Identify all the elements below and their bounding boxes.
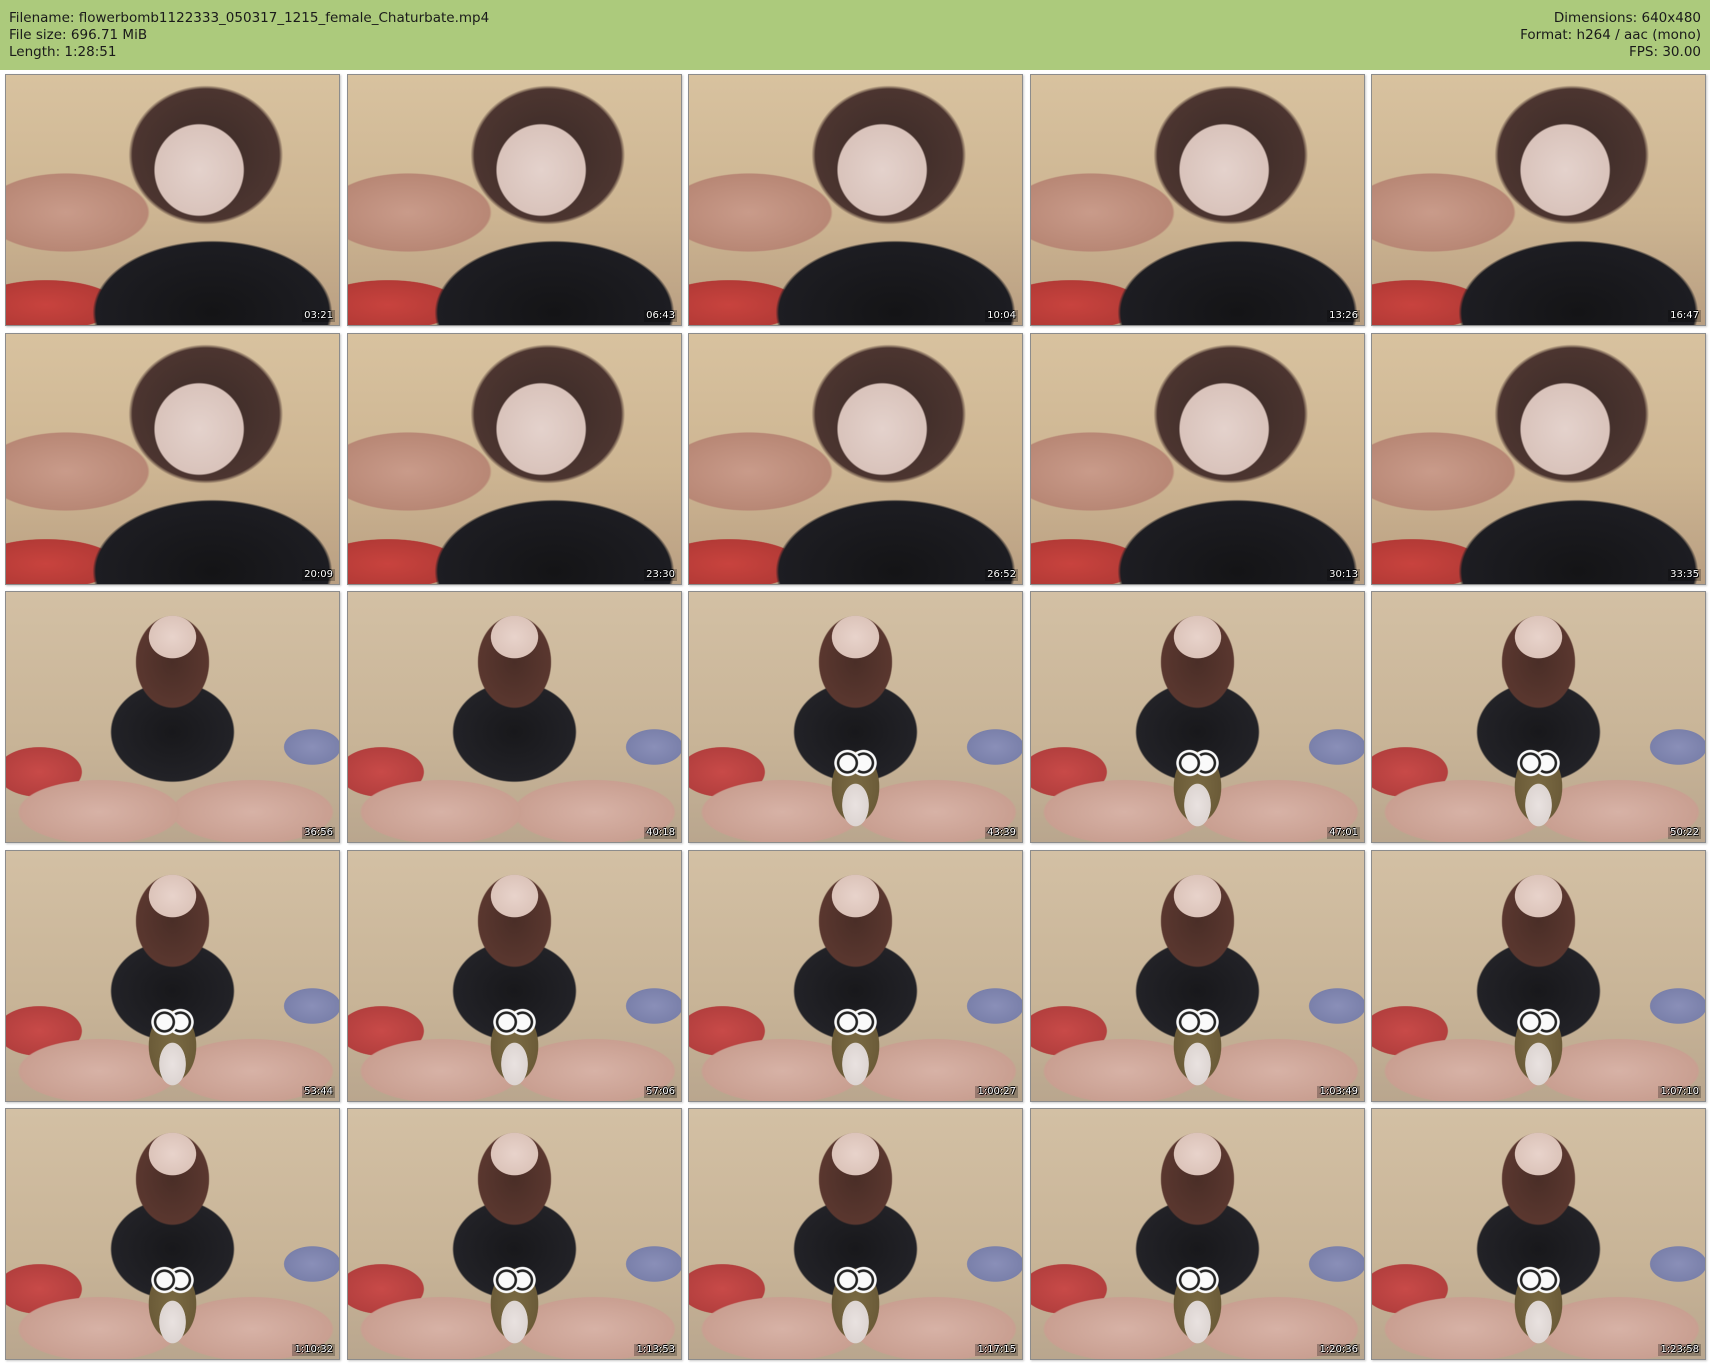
- video-thumbnail[interactable]: 20:09: [5, 333, 340, 585]
- owl-plush-shape: [139, 996, 206, 1096]
- video-thumbnail[interactable]: 33:35: [1371, 333, 1706, 585]
- video-thumbnail[interactable]: 1:20:36: [1030, 1108, 1365, 1360]
- thumbnail-frame-image: [6, 334, 339, 584]
- video-thumbnail[interactable]: 36:56: [5, 591, 340, 843]
- thumbnail-timestamp: 06:43: [644, 310, 677, 322]
- thumbnail-timestamp: 16:47: [1668, 310, 1701, 322]
- thumbnail-timestamp: 1:03:49: [1317, 1086, 1360, 1098]
- thumbnail-timestamp: 1:17:15: [975, 1344, 1018, 1356]
- video-thumbnail[interactable]: 26:52: [688, 333, 1023, 585]
- thumbnail-timestamp: 53:44: [302, 1086, 335, 1098]
- video-thumbnail[interactable]: 03:21: [5, 74, 340, 326]
- owl-plush-shape: [1505, 996, 1572, 1096]
- video-thumbnail[interactable]: 1:03:49: [1030, 850, 1365, 1102]
- owl-plush-shape: [1164, 737, 1231, 837]
- owl-plush-shape: [822, 996, 889, 1096]
- video-thumbnail[interactable]: 16:47: [1371, 74, 1706, 326]
- thumbnail-frame-image: [689, 75, 1022, 325]
- thumbnail-timestamp: 13:26: [1327, 310, 1360, 322]
- thumbnail-grid: 03:21 06:43 10:04 13:26 16:47 20:09 23:30 26:52…: [0, 74, 1710, 1370]
- fps-text: FPS: 30.00: [1629, 44, 1701, 60]
- video-thumbnail[interactable]: 57:06: [347, 850, 682, 1102]
- video-thumbnail[interactable]: 43:39: [688, 591, 1023, 843]
- file-info-left: Filename: flowerbomb1122333_050317_1215_…: [9, 10, 489, 61]
- video-thumbnail[interactable]: 13:26: [1030, 74, 1365, 326]
- thumbnail-timestamp: 26:52: [985, 569, 1018, 581]
- length-text: Length: 1:28:51: [9, 44, 117, 60]
- owl-plush-shape: [822, 737, 889, 837]
- owl-plush-shape: [1505, 1254, 1572, 1354]
- owl-plush-shape: [481, 996, 548, 1096]
- owl-plush-shape: [822, 1254, 889, 1354]
- thumbnail-frame-image: [348, 334, 681, 584]
- thumbnail-frame-image: [348, 75, 681, 325]
- owl-plush-shape: [481, 1254, 548, 1354]
- owl-plush-shape: [1164, 1254, 1231, 1354]
- owl-plush-shape: [1505, 737, 1572, 837]
- thumbnail-timestamp: 43:39: [985, 827, 1018, 839]
- filename-text: Filename: flowerbomb1122333_050317_1215_…: [9, 10, 490, 26]
- video-thumbnail[interactable]: 30:13: [1030, 333, 1365, 585]
- thumbnail-timestamp: 57:06: [644, 1086, 677, 1098]
- thumbnail-timestamp: 40:18: [644, 827, 677, 839]
- thumbnail-frame-image: [6, 592, 339, 842]
- thumbnail-timestamp: 33:35: [1668, 569, 1701, 581]
- thumbnail-timestamp: 1:07:10: [1658, 1086, 1701, 1098]
- info-header: Filename: flowerbomb1122333_050317_1215_…: [0, 0, 1710, 70]
- thumbnail-frame-image: [1031, 334, 1364, 584]
- dimensions-text: Dimensions: 640x480: [1553, 10, 1701, 26]
- filesize-text: File size: 696.71 MiB: [9, 27, 148, 43]
- thumbnail-timestamp: 1:00:27: [975, 1086, 1018, 1098]
- thumbnail-timestamp: 1:23:58: [1658, 1344, 1701, 1356]
- video-thumbnail[interactable]: 1:10:32: [5, 1108, 340, 1360]
- thumbnail-frame-image: [1031, 75, 1364, 325]
- video-thumbnail[interactable]: 1:00:27: [688, 850, 1023, 1102]
- video-thumbnail[interactable]: 50:22: [1371, 591, 1706, 843]
- video-thumbnail[interactable]: 1:07:10: [1371, 850, 1706, 1102]
- thumbnail-timestamp: 30:13: [1327, 569, 1360, 581]
- thumbnail-timestamp: 47:01: [1327, 827, 1360, 839]
- thumbnail-timestamp: 23:30: [644, 569, 677, 581]
- video-thumbnail[interactable]: 06:43: [347, 74, 682, 326]
- video-thumbnail[interactable]: 53:44: [5, 850, 340, 1102]
- owl-plush-shape: [1164, 996, 1231, 1096]
- thumbnail-frame-image: [1372, 334, 1705, 584]
- file-info-right: Dimensions: 640x480 Format: h264 / aac (…: [1520, 10, 1701, 61]
- owl-plush-shape: [139, 1254, 206, 1354]
- thumbnail-timestamp: 10:04: [985, 310, 1018, 322]
- thumbnail-frame-image: [689, 334, 1022, 584]
- format-text: Format: h264 / aac (mono): [1520, 27, 1701, 43]
- thumbnail-timestamp: 03:21: [302, 310, 335, 322]
- video-thumbnail[interactable]: 1:17:15: [688, 1108, 1023, 1360]
- video-thumbnail[interactable]: 47:01: [1030, 591, 1365, 843]
- thumbnail-frame-image: [6, 75, 339, 325]
- thumbnail-timestamp: 1:10:32: [292, 1344, 335, 1356]
- video-thumbnail[interactable]: 23:30: [347, 333, 682, 585]
- thumbnail-timestamp: 1:20:36: [1317, 1344, 1360, 1356]
- thumbnail-frame-image: [348, 592, 681, 842]
- thumbnail-timestamp: 50:22: [1668, 827, 1701, 839]
- thumbnail-timestamp: 36:56: [302, 827, 335, 839]
- video-thumbnail[interactable]: 1:13:53: [347, 1108, 682, 1360]
- video-thumbnail[interactable]: 1:23:58: [1371, 1108, 1706, 1360]
- video-thumbnail[interactable]: 40:18: [347, 591, 682, 843]
- thumbnail-frame-image: [1372, 75, 1705, 325]
- thumbnail-timestamp: 20:09: [302, 569, 335, 581]
- video-thumbnail[interactable]: 10:04: [688, 74, 1023, 326]
- thumbnail-timestamp: 1:13:53: [634, 1344, 677, 1356]
